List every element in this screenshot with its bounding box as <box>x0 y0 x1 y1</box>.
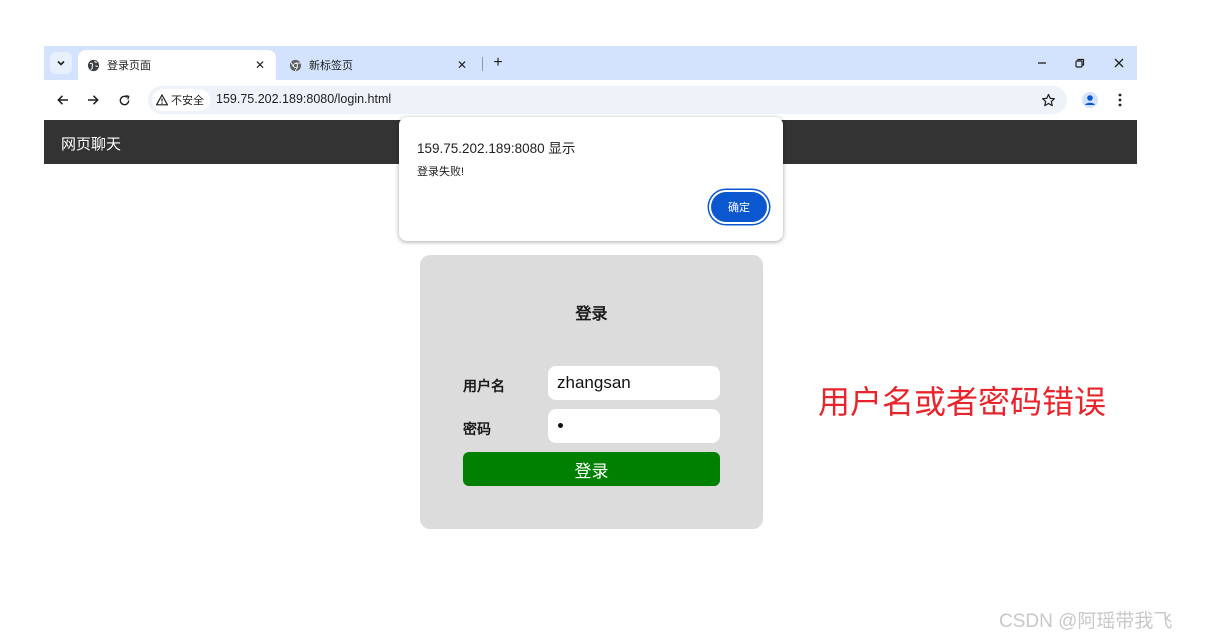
close-window-button[interactable] <box>1106 51 1132 75</box>
username-label: 用户名 <box>463 378 505 394</box>
close-icon[interactable]: ✕ <box>252 57 268 73</box>
reload-button[interactable] <box>113 89 135 111</box>
dialog-message: 登录失败! <box>417 166 465 178</box>
forward-button[interactable] <box>82 89 104 111</box>
password-label: 密码 <box>463 421 491 437</box>
chrome-icon <box>288 58 302 72</box>
minimize-icon <box>1038 62 1046 64</box>
tab-search-button[interactable] <box>50 52 72 74</box>
restore-button[interactable] <box>1067 51 1093 75</box>
tab-title: 新标签页 <box>309 60 353 72</box>
login-submit-button[interactable]: 登录 <box>463 452 720 486</box>
login-card: 登录 用户名 zhangsan 密码 登录 <box>420 255 763 529</box>
restore-icon <box>1075 58 1085 68</box>
tab-new-tab[interactable]: 新标签页 ✕ <box>280 50 478 80</box>
watermark: CSDN @阿瑶带我飞 <box>999 611 1173 632</box>
alert-dialog: 159.75.202.189:8080 显示 登录失败! 确定 <box>399 117 783 241</box>
tab-title: 登录页面 <box>107 60 151 72</box>
arrow-right-icon <box>88 95 99 105</box>
security-indicator[interactable]: 不安全 <box>152 89 210 111</box>
chevron-down-icon <box>57 60 65 66</box>
tab-divider <box>482 57 483 71</box>
browser-toolbar: 不安全 159.75.202.189:8080/login.html <box>44 80 1137 120</box>
kebab-menu-icon <box>1118 93 1122 107</box>
back-button[interactable] <box>52 89 74 111</box>
site-brand[interactable]: 网页聊天 <box>61 133 121 154</box>
login-title: 登录 <box>575 306 608 323</box>
password-mask-dot <box>558 423 563 428</box>
dialog-title: 159.75.202.189:8080 显示 <box>417 141 576 156</box>
profile-avatar-icon[interactable] <box>1079 89 1101 111</box>
screenshot-canvas: 登录页面 ✕ 新标签页 ✕ + 不安全 159.75.202.189:8080/… <box>0 0 1210 636</box>
globe-icon <box>86 58 100 72</box>
arrow-left-icon <box>57 95 68 105</box>
plus-icon: + <box>493 54 503 71</box>
close-icon <box>1114 58 1124 68</box>
more-menu-button[interactable] <box>1109 89 1131 111</box>
minimize-button[interactable] <box>1029 51 1055 75</box>
close-icon[interactable]: ✕ <box>454 57 470 73</box>
error-annotation: 用户名或者密码错误 <box>818 384 1107 420</box>
warning-icon <box>156 94 168 106</box>
username-input[interactable]: zhangsan <box>548 366 720 400</box>
address-bar[interactable]: 不安全 159.75.202.189:8080/login.html <box>148 86 1067 114</box>
bookmark-star-icon[interactable] <box>1039 91 1057 109</box>
tab-strip: 登录页面 ✕ 新标签页 ✕ + <box>44 46 1137 80</box>
dialog-ok-button[interactable]: 确定 <box>711 192 767 222</box>
reload-icon <box>119 94 129 105</box>
new-tab-button[interactable]: + <box>488 53 508 73</box>
password-input[interactable] <box>548 409 720 443</box>
tab-login-page[interactable]: 登录页面 ✕ <box>78 50 276 80</box>
security-label: 不安全 <box>171 95 204 107</box>
url-text: 159.75.202.189:8080/login.html <box>216 92 392 106</box>
